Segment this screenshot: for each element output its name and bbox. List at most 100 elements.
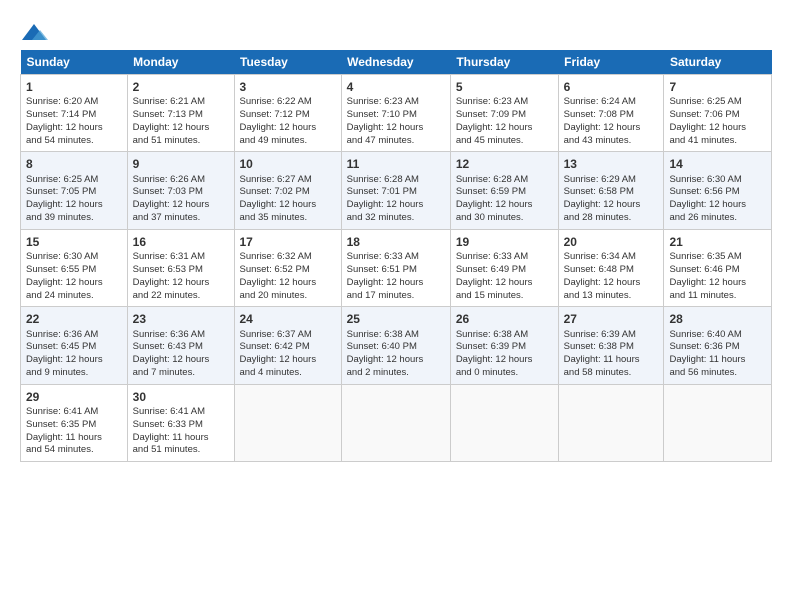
calendar-cell: 29Sunrise: 6:41 AM Sunset: 6:35 PM Dayli…	[21, 384, 128, 461]
calendar-cell: 28 Sunrise: 6:40 AM Sunset: 6:36 PM Dayli…	[664, 307, 772, 384]
calendar-cell	[558, 384, 664, 461]
weekday-header-friday: Friday	[558, 50, 664, 75]
day-info: Sunrise: 6:27 AM Sunset: 7:02 PM Dayligh…	[240, 174, 336, 225]
day-info: Sunrise: 6:32 AM Sunset: 6:52 PM Dayligh…	[240, 251, 336, 302]
day-number: 29	[26, 389, 122, 405]
weekday-header-wednesday: Wednesday	[341, 50, 450, 75]
calendar-table: SundayMondayTuesdayWednesdayThursdayFrid…	[20, 50, 772, 462]
day-info: Sunrise: 6:29 AM Sunset: 6:58 PM Dayligh…	[564, 174, 659, 225]
calendar-cell: 15Sunrise: 6:30 AM Sunset: 6:55 PM Dayli…	[21, 229, 128, 306]
day-info: Sunrise: 6:30 AM Sunset: 6:55 PM Dayligh…	[26, 251, 122, 302]
day-number: 8	[26, 156, 122, 172]
day-number: 21	[669, 234, 766, 250]
calendar-week-row: 8 Sunrise: 6:25 AM Sunset: 7:05 PM Daylig…	[21, 152, 772, 229]
calendar-cell: 8 Sunrise: 6:25 AM Sunset: 7:05 PM Daylig…	[21, 152, 128, 229]
calendar-cell	[341, 384, 450, 461]
calendar-cell	[664, 384, 772, 461]
calendar-cell: 3Sunrise: 6:22 AM Sunset: 7:12 PM Daylig…	[234, 75, 341, 152]
calendar-cell: 23Sunrise: 6:36 AM Sunset: 6:43 PM Dayli…	[127, 307, 234, 384]
day-info: Sunrise: 6:23 AM Sunset: 7:09 PM Dayligh…	[456, 96, 553, 147]
day-info: Sunrise: 6:39 AM Sunset: 6:38 PM Dayligh…	[564, 329, 659, 380]
calendar-cell	[234, 384, 341, 461]
day-info: Sunrise: 6:38 AM Sunset: 6:40 PM Dayligh…	[347, 329, 445, 380]
day-number: 4	[347, 79, 445, 95]
calendar-cell: 30Sunrise: 6:41 AM Sunset: 6:33 PM Dayli…	[127, 384, 234, 461]
calendar-cell: 9 Sunrise: 6:26 AM Sunset: 7:03 PM Daylig…	[127, 152, 234, 229]
day-info: Sunrise: 6:36 AM Sunset: 6:43 PM Dayligh…	[133, 329, 229, 380]
day-info: Sunrise: 6:36 AM Sunset: 6:45 PM Dayligh…	[26, 329, 122, 380]
day-number: 25	[347, 311, 445, 327]
day-info: Sunrise: 6:26 AM Sunset: 7:03 PM Dayligh…	[133, 174, 229, 225]
calendar-cell: 6Sunrise: 6:24 AM Sunset: 7:08 PM Daylig…	[558, 75, 664, 152]
calendar-week-row: 29Sunrise: 6:41 AM Sunset: 6:35 PM Dayli…	[21, 384, 772, 461]
calendar-cell: 2Sunrise: 6:21 AM Sunset: 7:13 PM Daylig…	[127, 75, 234, 152]
weekday-header-thursday: Thursday	[450, 50, 558, 75]
logo	[20, 22, 52, 44]
calendar-cell: 7Sunrise: 6:25 AM Sunset: 7:06 PM Daylig…	[664, 75, 772, 152]
day-info: Sunrise: 6:31 AM Sunset: 6:53 PM Dayligh…	[133, 251, 229, 302]
day-number: 3	[240, 79, 336, 95]
weekday-header-tuesday: Tuesday	[234, 50, 341, 75]
header-area	[20, 18, 772, 44]
day-number: 28	[669, 311, 766, 327]
calendar-week-row: 1Sunrise: 6:20 AM Sunset: 7:14 PM Daylig…	[21, 75, 772, 152]
day-number: 11	[347, 156, 445, 172]
calendar-cell: 25 Sunrise: 6:38 AM Sunset: 6:40 PM Dayli…	[341, 307, 450, 384]
day-number: 17	[240, 234, 336, 250]
calendar-cell: 1Sunrise: 6:20 AM Sunset: 7:14 PM Daylig…	[21, 75, 128, 152]
calendar-cell: 14 Sunrise: 6:30 AM Sunset: 6:56 PM Dayli…	[664, 152, 772, 229]
day-number: 19	[456, 234, 553, 250]
day-number: 24	[240, 311, 336, 327]
day-number: 16	[133, 234, 229, 250]
day-number: 20	[564, 234, 659, 250]
day-number: 12	[456, 156, 553, 172]
calendar-cell: 11 Sunrise: 6:28 AM Sunset: 7:01 PM Dayli…	[341, 152, 450, 229]
calendar-cell: 12 Sunrise: 6:28 AM Sunset: 6:59 PM Dayli…	[450, 152, 558, 229]
calendar-cell: 26 Sunrise: 6:38 AM Sunset: 6:39 PM Dayli…	[450, 307, 558, 384]
day-info: Sunrise: 6:28 AM Sunset: 7:01 PM Dayligh…	[347, 174, 445, 225]
calendar-cell: 4Sunrise: 6:23 AM Sunset: 7:10 PM Daylig…	[341, 75, 450, 152]
calendar-cell: 17Sunrise: 6:32 AM Sunset: 6:52 PM Dayli…	[234, 229, 341, 306]
day-info: Sunrise: 6:24 AM Sunset: 7:08 PM Dayligh…	[564, 96, 659, 147]
day-number: 10	[240, 156, 336, 172]
calendar-cell: 20Sunrise: 6:34 AM Sunset: 6:48 PM Dayli…	[558, 229, 664, 306]
day-info: Sunrise: 6:25 AM Sunset: 7:06 PM Dayligh…	[669, 96, 766, 147]
calendar-cell: 27 Sunrise: 6:39 AM Sunset: 6:38 PM Dayli…	[558, 307, 664, 384]
calendar-cell: 10 Sunrise: 6:27 AM Sunset: 7:02 PM Dayli…	[234, 152, 341, 229]
calendar-cell	[450, 384, 558, 461]
day-info: Sunrise: 6:33 AM Sunset: 6:49 PM Dayligh…	[456, 251, 553, 302]
calendar-cell: 16Sunrise: 6:31 AM Sunset: 6:53 PM Dayli…	[127, 229, 234, 306]
day-info: Sunrise: 6:33 AM Sunset: 6:51 PM Dayligh…	[347, 251, 445, 302]
day-info: Sunrise: 6:34 AM Sunset: 6:48 PM Dayligh…	[564, 251, 659, 302]
calendar-cell: 22 Sunrise: 6:36 AM Sunset: 6:45 PM Dayli…	[21, 307, 128, 384]
day-info: Sunrise: 6:25 AM Sunset: 7:05 PM Dayligh…	[26, 174, 122, 225]
day-number: 15	[26, 234, 122, 250]
day-info: Sunrise: 6:40 AM Sunset: 6:36 PM Dayligh…	[669, 329, 766, 380]
day-number: 26	[456, 311, 553, 327]
day-number: 6	[564, 79, 659, 95]
day-info: Sunrise: 6:21 AM Sunset: 7:13 PM Dayligh…	[133, 96, 229, 147]
day-number: 2	[133, 79, 229, 95]
page: SundayMondayTuesdayWednesdayThursdayFrid…	[0, 0, 792, 472]
weekday-header-sunday: Sunday	[21, 50, 128, 75]
day-info: Sunrise: 6:22 AM Sunset: 7:12 PM Dayligh…	[240, 96, 336, 147]
day-number: 18	[347, 234, 445, 250]
calendar-cell: 13 Sunrise: 6:29 AM Sunset: 6:58 PM Dayli…	[558, 152, 664, 229]
calendar-cell: 18Sunrise: 6:33 AM Sunset: 6:51 PM Dayli…	[341, 229, 450, 306]
day-number: 22	[26, 311, 122, 327]
day-info: Sunrise: 6:37 AM Sunset: 6:42 PM Dayligh…	[240, 329, 336, 380]
day-info: Sunrise: 6:28 AM Sunset: 6:59 PM Dayligh…	[456, 174, 553, 225]
day-info: Sunrise: 6:38 AM Sunset: 6:39 PM Dayligh…	[456, 329, 553, 380]
logo-icon	[20, 22, 48, 44]
day-number: 14	[669, 156, 766, 172]
day-number: 13	[564, 156, 659, 172]
calendar-cell: 19Sunrise: 6:33 AM Sunset: 6:49 PM Dayli…	[450, 229, 558, 306]
day-info: Sunrise: 6:30 AM Sunset: 6:56 PM Dayligh…	[669, 174, 766, 225]
calendar-week-row: 15Sunrise: 6:30 AM Sunset: 6:55 PM Dayli…	[21, 229, 772, 306]
day-info: Sunrise: 6:41 AM Sunset: 6:35 PM Dayligh…	[26, 406, 122, 457]
calendar-week-row: 22 Sunrise: 6:36 AM Sunset: 6:45 PM Dayli…	[21, 307, 772, 384]
day-info: Sunrise: 6:23 AM Sunset: 7:10 PM Dayligh…	[347, 96, 445, 147]
calendar-cell: 21Sunrise: 6:35 AM Sunset: 6:46 PM Dayli…	[664, 229, 772, 306]
day-number: 9	[133, 156, 229, 172]
day-number: 27	[564, 311, 659, 327]
